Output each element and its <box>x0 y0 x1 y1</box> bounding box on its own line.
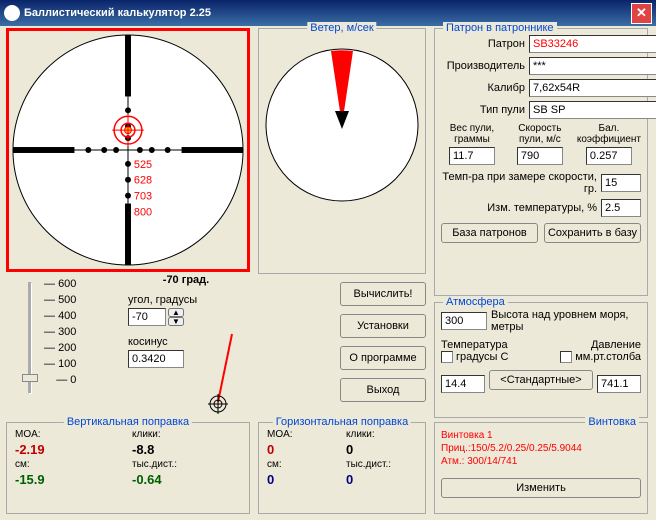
bullet-type-input[interactable] <box>529 101 656 119</box>
angle-label: угол, градусы <box>128 294 244 306</box>
rifle-atm: Атм.: 300/14/741 <box>441 455 641 468</box>
hcorr-moa: 0 <box>267 442 338 457</box>
range-slider-thumb[interactable] <box>22 374 38 382</box>
angle-spin-down[interactable]: ▼ <box>168 317 184 326</box>
bc-input[interactable] <box>586 147 632 165</box>
altitude-input[interactable] <box>441 312 487 330</box>
settings-button[interactable]: Установки <box>340 314 426 338</box>
atmo-legend: Атмосфера <box>443 296 508 308</box>
angle-spin-up[interactable]: ▲ <box>168 308 184 317</box>
svg-text:628: 628 <box>134 175 152 187</box>
calculate-button[interactable]: Вычислить! <box>340 282 426 306</box>
app-icon: ◐ <box>4 5 20 21</box>
svg-text:800: 800 <box>134 206 152 218</box>
cartridge-legend: Патрон в патроннике <box>443 22 557 34</box>
hcorr-mils: 0 <box>346 472 417 487</box>
wind-legend: Ветер, м/сек <box>307 22 376 34</box>
app-title: Баллистический калькулятор 2.25 <box>24 7 211 19</box>
vcorr-clicks: -8.8 <box>132 442 241 457</box>
svg-text:525: 525 <box>134 159 152 171</box>
temp-meas-input[interactable] <box>601 174 641 192</box>
cos-input[interactable] <box>128 350 184 368</box>
vcorr-cm: -15.9 <box>15 472 124 487</box>
temp-input[interactable] <box>441 375 485 393</box>
angle-diagram <box>190 332 242 416</box>
scope-view: 525 628 703 800 <box>6 28 250 272</box>
bullet-speed-input[interactable] <box>517 147 563 165</box>
angle-readout: -70 град. <box>128 274 244 286</box>
rifle-scope: Приц.:150/5.2/0.25/0.25/5.9044 <box>441 442 641 455</box>
hcorr-cm: 0 <box>267 472 338 487</box>
angle-panel: -70 град. угол, градусы ▲ ▼ косинус <box>128 274 244 416</box>
vcorr-mils: -0.64 <box>132 472 241 487</box>
exit-button[interactable]: Выход <box>340 378 426 402</box>
close-button[interactable]: ✕ <box>631 3 652 24</box>
cartridge-panel: Патрон в патроннике Патрон Производитель… <box>434 28 648 296</box>
pressure-input[interactable] <box>597 375 641 393</box>
cartridge-name-input[interactable] <box>529 35 656 53</box>
angle-input[interactable] <box>128 308 166 326</box>
maker-input[interactable] <box>529 57 656 75</box>
cartridge-save-button[interactable]: Сохранить в базу <box>544 223 641 243</box>
horizontal-correction-panel: Горизонтальная поправка MOA:клики: 00 см… <box>258 422 426 514</box>
rifle-name: Винтовка 1 <box>441 429 641 442</box>
about-button[interactable]: О программе <box>340 346 426 370</box>
temp-delta-input[interactable] <box>601 199 641 217</box>
wind-panel: Ветер, м/сек <box>258 28 426 274</box>
press-unit-check[interactable]: мм.рт.столба <box>560 351 641 363</box>
bullet-weight-input[interactable] <box>449 147 495 165</box>
caliber-input[interactable] <box>529 79 656 97</box>
std-atmo-button[interactable]: <Стандартные> <box>489 370 593 390</box>
svg-text:703: 703 <box>134 191 152 203</box>
vcorr-moa: -2.19 <box>15 442 124 457</box>
temp-unit-check[interactable]: градусы C <box>441 351 508 363</box>
action-buttons: Вычислить! Установки О программе Выход <box>340 282 426 410</box>
range-slider-area: — 600 — 500 — 400 — 300 — 200 — 100 — 0 <box>6 274 128 418</box>
rifle-change-button[interactable]: Изменить <box>441 478 641 498</box>
atmosphere-panel: Атмосфера Высота над уровнем моря, метры… <box>434 302 648 418</box>
cartridge-db-button[interactable]: База патронов <box>441 223 538 243</box>
slider-ticks: — 600 — 500 — 400 — 300 — 200 — 100 — 0 <box>44 278 76 390</box>
hcorr-clicks: 0 <box>346 442 417 457</box>
rifle-panel: Винтовка Винтовка 1 Приц.:150/5.2/0.25/0… <box>434 422 648 514</box>
wind-dial[interactable] <box>259 35 425 225</box>
vertical-correction-panel: Вертикальная поправка MOA:клики: -2.19-8… <box>6 422 250 514</box>
